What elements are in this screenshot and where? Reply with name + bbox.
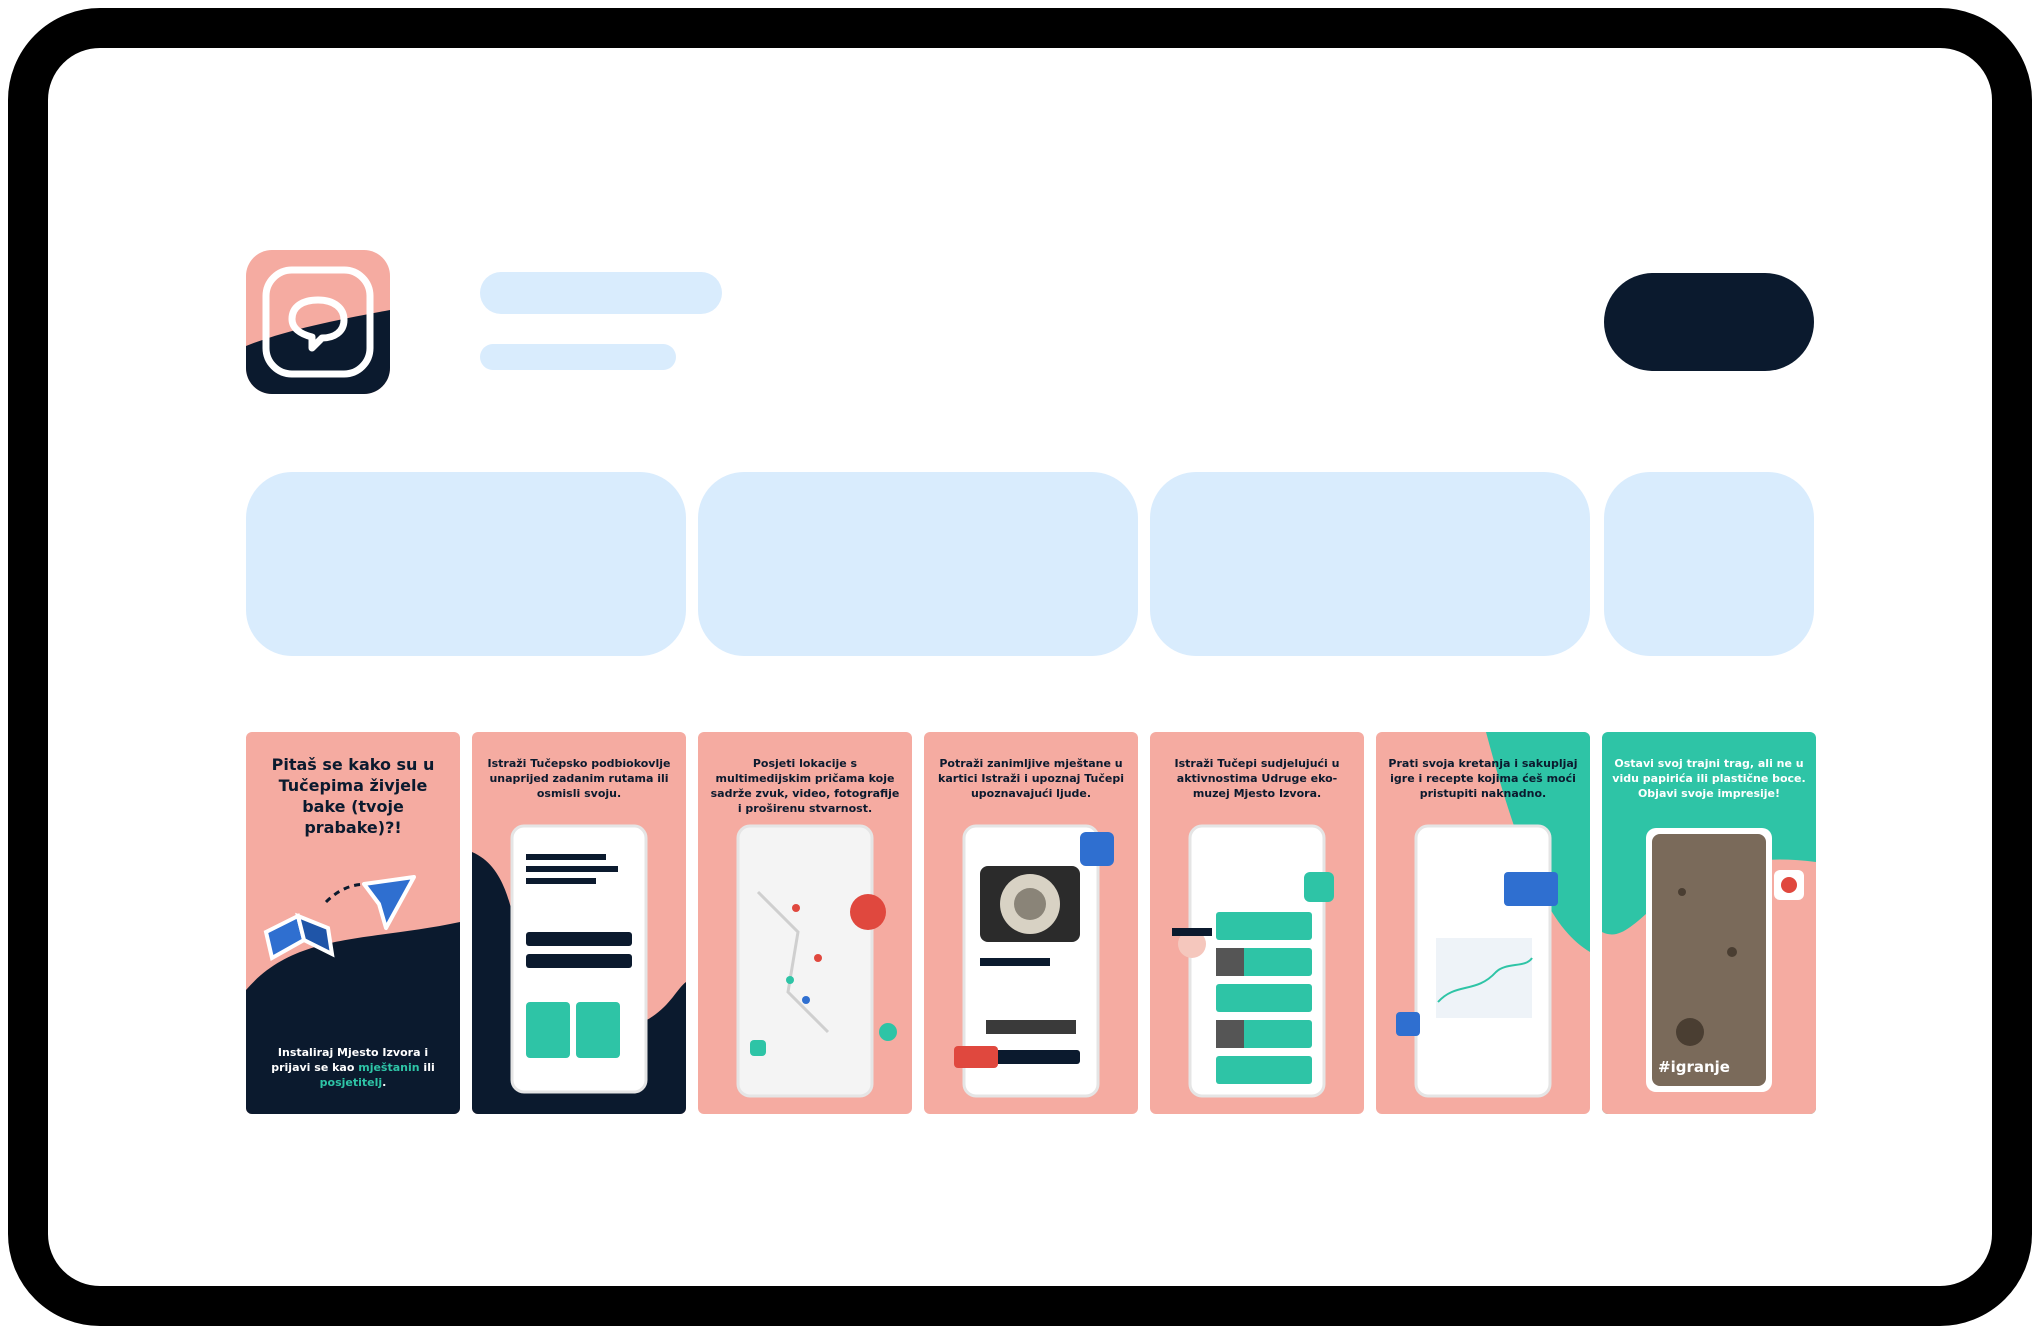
device-frame: Pitaš se kako su u Tučepima živjele bake… — [8, 8, 2032, 1326]
footer-link-resident[interactable]: mještanin — [358, 1061, 419, 1074]
screenshot-1[interactable]: Pitaš se kako su u Tučepima živjele bake… — [246, 732, 460, 1114]
hashtag-label: #igranje — [1658, 1058, 1730, 1076]
info-card-1 — [246, 472, 686, 656]
app-icon[interactable] — [246, 250, 390, 394]
user-badge-icon — [1080, 832, 1114, 866]
reaction-icon — [1774, 870, 1804, 900]
info-card-2 — [698, 472, 1138, 656]
app-store-page: Pitaš se kako su u Tučepima živjele bake… — [48, 48, 1992, 1286]
screenshot-3[interactable]: Posjeti lokacije s multimedijskim pričam… — [698, 732, 912, 1114]
info-card-3 — [1150, 472, 1590, 656]
screenshot-6-caption: Prati svoja kretanja i sakupljaj igre i … — [1388, 757, 1578, 800]
screenshot-5-caption: Istraži Tučepi sudjelujući u aktivnostim… — [1174, 757, 1340, 800]
screenshot-5[interactable]: Istraži Tučepi sudjelujući u aktivnostim… — [1150, 732, 1364, 1114]
screenshot-7[interactable]: Ostavi svoj trajni trag, ali ne u vidu p… — [1602, 732, 1816, 1114]
screenshot-6[interactable]: Prati svoja kretanja i sakupljaj igre i … — [1376, 732, 1590, 1114]
app-subtitle-placeholder — [480, 344, 676, 370]
screenshot-1-caption: Pitaš se kako su u Tučepima živjele bake… — [271, 755, 435, 837]
info-card-4 — [1604, 472, 1814, 656]
get-button[interactable] — [1604, 273, 1814, 371]
footer-text-mid: ili — [419, 1061, 435, 1074]
screenshot-2[interactable]: Istraži Tučepsko podbiokovlje unaprijed … — [472, 732, 686, 1114]
location-pin-icon — [850, 894, 886, 930]
footer-text-end: . — [382, 1076, 387, 1089]
screenshot-1-footer: Instaliraj Mjesto Izvora i prijavi se ka… — [258, 1045, 448, 1090]
screenshot-4[interactable]: Potraži zanimljive mještane u kartici Is… — [924, 732, 1138, 1114]
screenshot-2-caption: Istraži Tučepsko podbiokovlje unaprijed … — [487, 757, 671, 800]
screenshot-3-caption: Posjeti lokacije s multimedijskim pričam… — [710, 757, 900, 815]
footer-link-visitor[interactable]: posjetitelj — [320, 1076, 383, 1089]
paper-plane-icon — [362, 875, 416, 930]
screenshot-7-caption: Ostavi svoj trajni trag, ali ne u vidu p… — [1612, 757, 1806, 800]
chat-bubble-app-icon — [246, 250, 390, 394]
treasure-chest-icon — [1504, 872, 1558, 906]
app-title-placeholder — [480, 272, 722, 314]
screenshot-4-caption: Potraži zanimljive mještane u kartici Is… — [938, 757, 1124, 800]
